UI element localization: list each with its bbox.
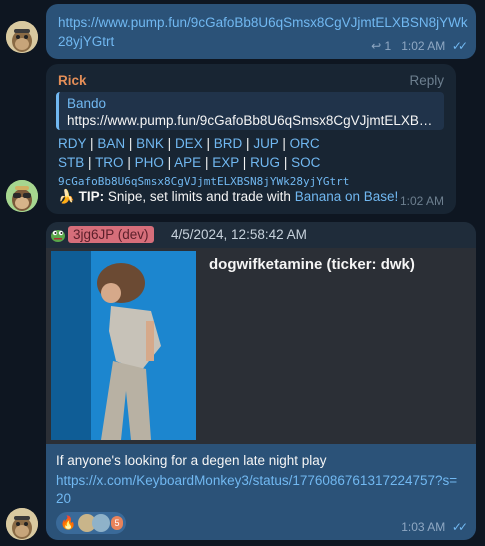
quoted-message[interactable]: Bando https://www.pump.fun/9cGafoBb8U6qS… bbox=[56, 92, 444, 130]
tweet-link[interactable]: https://x.com/KeyboardMonkey3/status/177… bbox=[56, 472, 461, 508]
message-meta: 1:03 AM ✓✓ bbox=[401, 520, 468, 534]
link-item[interactable]: SOC bbox=[291, 155, 320, 170]
link-item[interactable]: DEX bbox=[175, 136, 203, 151]
reply-arrow-icon[interactable]: ↩ bbox=[371, 39, 381, 53]
post-date: 4/5/2024, 12:58:42 AM bbox=[171, 227, 307, 242]
link-item[interactable]: TRO bbox=[95, 155, 124, 170]
link-item[interactable]: BAN bbox=[97, 136, 125, 151]
link-item[interactable]: EXP bbox=[212, 155, 239, 170]
reactor-avatar bbox=[92, 514, 110, 532]
message-bubble[interactable]: https://www.pump.fun/9cGafoBb8U6qSmsx8Cg… bbox=[46, 4, 476, 59]
message-bubble[interactable]: Rick Reply Bando https://www.pump.fun/9c… bbox=[46, 64, 456, 214]
reactions-bar[interactable]: 🔥 5 bbox=[56, 512, 126, 534]
read-check-icon: ✓✓ bbox=[451, 39, 468, 53]
message-meta: ↩ 1 1:02 AM ✓✓ bbox=[371, 39, 468, 53]
user-avatar[interactable] bbox=[6, 508, 38, 540]
tip-link[interactable]: Banana on Base! bbox=[295, 189, 399, 204]
banana-icon: 🍌 bbox=[58, 189, 75, 204]
link-row-1: RDY | BAN | BNK | DEX | BRD | JUP | ORC bbox=[58, 136, 320, 151]
preview-image[interactable] bbox=[51, 251, 196, 440]
ape-avatar-icon bbox=[6, 508, 38, 540]
link-item[interactable]: JUP bbox=[253, 136, 278, 151]
reply-button[interactable]: Reply bbox=[409, 73, 444, 88]
link-preview-card[interactable]: dogwifketamine (ticker: dwk) bbox=[46, 248, 476, 444]
message-time: 1:03 AM bbox=[401, 520, 446, 534]
tip-text: Snipe, set limits and trade with bbox=[107, 189, 291, 204]
link-item[interactable]: ORC bbox=[290, 136, 320, 151]
reply-count[interactable]: 1 bbox=[384, 39, 391, 53]
message-time: 1:02 AM bbox=[399, 194, 444, 208]
read-check-icon: ✓✓ bbox=[451, 520, 468, 534]
person-photo bbox=[51, 251, 196, 440]
user-avatar[interactable] bbox=[6, 21, 38, 53]
reaction-count: 5 bbox=[111, 516, 123, 530]
quoted-text: https://www.pump.fun/9cGafoBb8U6qSmsx8Cg… bbox=[67, 113, 436, 128]
link-item[interactable]: BNK bbox=[136, 136, 164, 151]
link-item[interactable]: STB bbox=[58, 155, 84, 170]
link-item[interactable]: BRD bbox=[214, 136, 243, 151]
message-bubble[interactable]: 3jg6JP (dev) 4/5/2024, 12:58:42 AM dogwi… bbox=[46, 222, 476, 540]
caption-text: If anyone's looking for a degen late nig… bbox=[56, 453, 327, 468]
ape-avatar-icon bbox=[6, 21, 38, 53]
tip-line: 🍌 TIP: Snipe, set limits and trade with … bbox=[58, 189, 398, 205]
fire-reaction-icon[interactable]: 🔥 bbox=[60, 515, 76, 531]
tip-label: TIP: bbox=[78, 189, 105, 204]
link-item[interactable]: RUG bbox=[250, 155, 280, 170]
preview-title: dogwifketamine (ticker: dwk) bbox=[209, 256, 415, 273]
link-item[interactable]: RDY bbox=[58, 136, 86, 151]
pepe-icon bbox=[51, 230, 65, 242]
rick-avatar[interactable] bbox=[6, 180, 38, 212]
link-row-2: STB | TRO | PHO | APE | EXP | RUG | SOC bbox=[58, 155, 321, 170]
link-item[interactable]: APE bbox=[174, 155, 201, 170]
sender-name[interactable]: Rick bbox=[58, 73, 87, 88]
quoted-sender: Bando bbox=[67, 96, 107, 111]
link-item[interactable]: PHO bbox=[135, 155, 164, 170]
message-time: 1:02 AM bbox=[401, 39, 446, 53]
caption-area: If anyone's looking for a degen late nig… bbox=[46, 444, 476, 540]
ape-avatar-icon bbox=[6, 180, 38, 212]
forward-header: 3jg6JP (dev) 4/5/2024, 12:58:42 AM bbox=[46, 222, 476, 248]
dev-badge[interactable]: 3jg6JP (dev) bbox=[68, 226, 154, 243]
